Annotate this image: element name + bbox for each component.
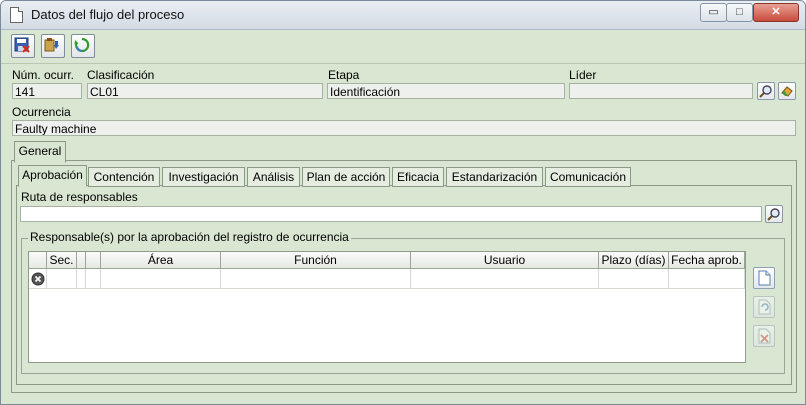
document-icon: [10, 7, 23, 23]
table-row-a-cell[interactable]: [77, 269, 86, 289]
search-icon: [767, 208, 780, 221]
ocurrencia-field[interactable]: Faulty machine: [12, 120, 796, 136]
grid-header-sec[interactable]: Sec.: [47, 252, 77, 269]
grid-header-area[interactable]: Área: [101, 252, 221, 269]
table-row-plazo-cell[interactable]: [599, 269, 669, 289]
ruta-label: Ruta de responsables: [21, 190, 138, 204]
process-flow-window: Datos del flujo del proceso ▭ □ ✕ Núm. o…: [0, 0, 806, 405]
toolbar-divider: [1, 63, 805, 64]
edit-responsable-button[interactable]: [753, 296, 775, 318]
delete-responsable-button[interactable]: [753, 325, 775, 347]
grid-header-plazo[interactable]: Plazo (días): [599, 252, 669, 269]
add-responsable-button[interactable]: [753, 267, 775, 289]
package-icon: [44, 38, 59, 52]
search-icon: [759, 85, 772, 98]
lider-search-button[interactable]: [757, 82, 775, 100]
blocked-status-icon: [31, 272, 45, 286]
responsables-grid[interactable]: Sec. Área Función Usuario Plazo (días) F…: [28, 251, 746, 363]
delete-document-icon: [758, 328, 771, 344]
table-row-fecha-cell[interactable]: [669, 269, 745, 289]
grid-header-status[interactable]: [29, 252, 47, 269]
tab-investigacion[interactable]: Investigación: [162, 167, 245, 187]
tab-plan-de-accion[interactable]: Plan de acción: [302, 167, 390, 187]
tab-general[interactable]: General: [14, 141, 66, 163]
grid-header-funcion[interactable]: Función: [221, 252, 411, 269]
maximize-button[interactable]: □: [726, 3, 753, 22]
ruta-field[interactable]: [20, 206, 762, 222]
table-row-b-cell[interactable]: [86, 269, 101, 289]
eraser-icon: [781, 86, 793, 97]
tab-analisis[interactable]: Análisis: [247, 167, 300, 187]
etapa-field[interactable]: Identificación: [327, 83, 565, 99]
refresh-button[interactable]: [71, 34, 95, 58]
minimize-button[interactable]: ▭: [700, 3, 727, 22]
lider-label: Líder: [569, 68, 597, 82]
lider-field[interactable]: [569, 83, 753, 99]
table-row-status-cell[interactable]: [29, 269, 47, 289]
grid-header-icon-a[interactable]: [77, 252, 86, 269]
tab-contencion[interactable]: Contención: [88, 167, 160, 187]
title-bar: Datos del flujo del proceso ▭ □ ✕: [1, 1, 805, 30]
close-button[interactable]: ✕: [753, 3, 799, 22]
tab-aprobacion[interactable]: Aprobación: [18, 165, 87, 187]
table-row-sec-cell[interactable]: [47, 269, 77, 289]
clasificacion-label: Clasificación: [87, 68, 155, 82]
new-document-icon: [758, 270, 771, 286]
ocurrencia-label: Ocurrencia: [12, 105, 71, 119]
tab-comunicacion[interactable]: Comunicación: [545, 167, 631, 187]
save-icon: [14, 37, 30, 53]
edit-icon: [758, 299, 771, 315]
table-row-funcion-cell[interactable]: [221, 269, 411, 289]
table-row-usuario-cell[interactable]: [411, 269, 599, 289]
grid-header-usuario[interactable]: Usuario: [411, 252, 599, 269]
grid-header-fecha-aprob[interactable]: Fecha aprob.: [669, 252, 745, 269]
export-button[interactable]: [41, 34, 65, 58]
num-ocurr-field[interactable]: 141: [12, 83, 82, 99]
grid-header-icon-b[interactable]: [86, 252, 101, 269]
num-ocurr-label: Núm. ocurr.: [12, 68, 75, 82]
responsables-group-title: Responsable(s) por la aprobación del reg…: [28, 230, 351, 244]
table-row-area-cell[interactable]: [101, 269, 221, 289]
ruta-search-button[interactable]: [765, 205, 783, 223]
window-title: Datos del flujo del proceso: [31, 7, 185, 22]
save-close-button[interactable]: [11, 34, 35, 58]
clasificacion-field[interactable]: CL01: [87, 83, 323, 99]
tab-estandarizacion[interactable]: Estandarización: [446, 167, 543, 187]
tab-eficacia[interactable]: Eficacia: [392, 167, 444, 187]
refresh-icon: [74, 37, 90, 53]
lider-clear-button[interactable]: [778, 82, 796, 100]
etapa-label: Etapa: [328, 68, 360, 82]
